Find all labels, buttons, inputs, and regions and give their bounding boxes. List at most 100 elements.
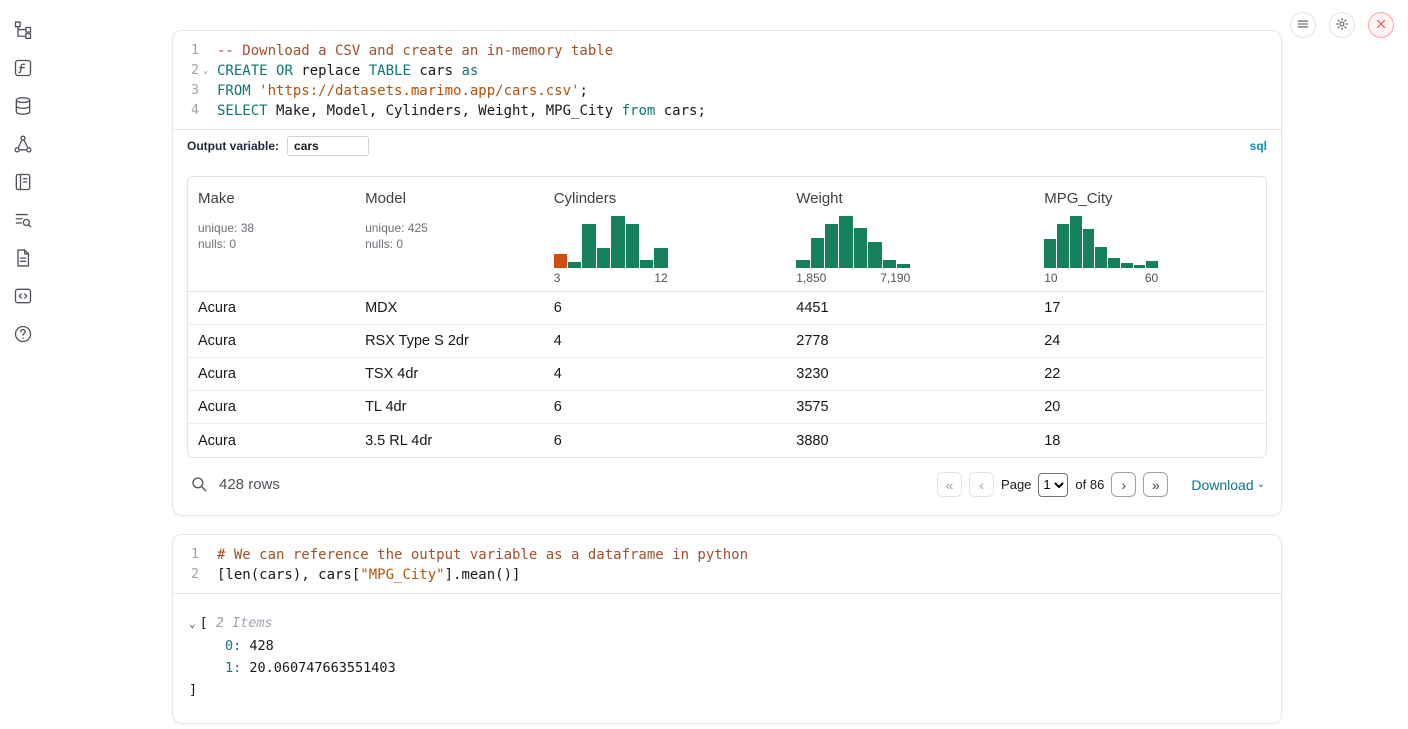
table-footer: 428 rows « ‹ Page 1 of 86 › » Download⌄	[187, 458, 1267, 501]
help-icon	[13, 332, 33, 347]
sidebar-item-file-tree[interactable]	[12, 20, 34, 42]
column-name: MPG_City	[1044, 190, 1266, 207]
column-header[interactable]: Modelunique: 425nulls: 0	[355, 190, 544, 285]
topbar-actions	[1290, 12, 1394, 38]
code-line: 3 FROM 'https://datasets.marimo.app/cars.…	[173, 81, 1281, 101]
sidebar-item-helper-functions[interactable]	[12, 58, 34, 80]
table-cell: 20	[1034, 399, 1266, 415]
next-page-button[interactable]: ›	[1111, 472, 1136, 497]
last-page-button[interactable]: »	[1143, 472, 1168, 497]
download-label: Download	[1191, 477, 1253, 493]
table-body: AcuraMDX6445117AcuraRSX Type S 2dr427782…	[188, 292, 1266, 457]
data-table: Makeunique: 38nulls: 0Modelunique: 425nu…	[187, 176, 1267, 458]
graph-icon	[13, 142, 33, 157]
histogram-bar	[582, 224, 595, 268]
chevron-down-icon: ⌄	[1257, 479, 1265, 490]
sidebar-item-scratchpad[interactable]	[12, 172, 34, 194]
table-cell: 6	[544, 300, 787, 316]
prev-page-button[interactable]: ‹	[969, 472, 994, 497]
output-list-header: ⌄[2 Items	[189, 612, 1265, 635]
table-cell: Acura	[188, 366, 355, 382]
histogram-bar	[854, 228, 867, 268]
page-total-label: of 86	[1075, 477, 1104, 492]
function-icon	[13, 66, 33, 81]
table-cell: 4451	[786, 300, 1034, 316]
table-row: AcuraTL 4dr6357520	[188, 391, 1266, 424]
column-header[interactable]: Weight1,8507,190	[786, 190, 1034, 285]
histogram-bar	[1108, 258, 1120, 268]
close-bracket: ]	[189, 679, 1265, 701]
output-variable-input[interactable]	[287, 136, 369, 156]
settings-button[interactable]	[1329, 12, 1355, 38]
histogram-bar	[825, 224, 838, 268]
line-number: 3	[173, 81, 199, 101]
histogram-bar	[1121, 263, 1133, 268]
column-name: Make	[198, 190, 355, 207]
table-cell: 6	[544, 433, 787, 449]
sidebar-item-logs[interactable]	[12, 210, 34, 232]
table-cell: TSX 4dr	[355, 366, 544, 382]
table-output: Makeunique: 38nulls: 0Modelunique: 425nu…	[173, 162, 1281, 515]
python-output: ⌄[2 Items 0: 4281: 20.060747663551403 ]	[173, 593, 1281, 723]
table-cell: MDX	[355, 300, 544, 316]
code-text: SELECT Make, Model, Cylinders, Weight, M…	[212, 101, 706, 121]
histogram-bar	[1134, 265, 1146, 268]
table-cell: 4	[544, 366, 787, 382]
table-cell: Acura	[188, 333, 355, 349]
line-number: 4	[173, 101, 199, 121]
table-cell: 3880	[786, 433, 1034, 449]
code-line: 4 SELECT Make, Model, Cylinders, Weight, …	[173, 101, 1281, 121]
table-cell: 2778	[786, 333, 1034, 349]
sidebar-item-snippets[interactable]	[12, 286, 34, 308]
table-cell: Acura	[188, 399, 355, 415]
python-cell: 1# We can reference the output variable …	[172, 534, 1282, 724]
line-number: 2	[173, 565, 199, 585]
collapse-chevron-icon[interactable]: ⌄	[189, 617, 196, 630]
code-text: # We can reference the output variable a…	[212, 545, 748, 565]
table-cell: 3230	[786, 366, 1034, 382]
table-cell: TL 4dr	[355, 399, 544, 415]
file-text-icon	[13, 256, 33, 271]
download-button[interactable]: Download ⌄	[1191, 477, 1265, 493]
table-cell: 22	[1034, 366, 1266, 382]
column-header[interactable]: Makeunique: 38nulls: 0	[188, 190, 355, 285]
column-header[interactable]: Cylinders312	[544, 190, 787, 285]
sidebar-item-help[interactable]	[12, 324, 34, 346]
histogram-range: 312	[554, 271, 668, 285]
fold-spacer	[199, 545, 212, 565]
python-code-editor[interactable]: 1# We can reference the output variable …	[173, 535, 1281, 593]
page-select[interactable]: 1	[1038, 473, 1068, 497]
histogram-bar	[796, 260, 809, 268]
file-tree-icon	[13, 28, 33, 43]
sidebar-item-dependency-graph[interactable]	[12, 134, 34, 156]
sidebar-item-documentation[interactable]	[12, 248, 34, 270]
close-button[interactable]	[1368, 12, 1394, 38]
fold-spacer	[199, 565, 212, 585]
histogram-bar	[611, 216, 624, 268]
histogram-bar	[1070, 216, 1082, 268]
hamburger-icon	[1296, 17, 1310, 34]
fold-spacer	[199, 41, 212, 61]
code-line: 1# We can reference the output variable …	[173, 545, 1281, 565]
first-page-button[interactable]: «	[937, 472, 962, 497]
code-box-icon	[13, 294, 33, 309]
fold-chevron-icon[interactable]: ⌄	[199, 61, 212, 81]
table-cell: 3.5 RL 4dr	[355, 433, 544, 449]
line-number: 1	[173, 41, 199, 61]
gear-icon	[1335, 17, 1349, 34]
sidebar-item-datasources[interactable]	[12, 96, 34, 118]
search-button[interactable]	[189, 475, 209, 495]
table-header: Makeunique: 38nulls: 0Modelunique: 425nu…	[188, 177, 1266, 292]
sql-code-editor[interactable]: 1-- Download a CSV and create an in-memo…	[173, 31, 1281, 129]
histogram-bar	[1146, 261, 1158, 268]
code-text: FROM 'https://datasets.marimo.app/cars.c…	[212, 81, 588, 101]
table-row: Acura3.5 RL 4dr6388018	[188, 424, 1266, 457]
output-item: 1: 20.060747663551403	[189, 657, 1265, 679]
histogram-bar	[839, 216, 852, 268]
histogram-bar	[568, 262, 581, 268]
histogram-bar	[1083, 229, 1095, 268]
table-cell: 24	[1034, 333, 1266, 349]
column-header[interactable]: MPG_City1060	[1034, 190, 1266, 285]
menu-button[interactable]	[1290, 12, 1316, 38]
histogram-range: 1,8507,190	[796, 271, 910, 285]
